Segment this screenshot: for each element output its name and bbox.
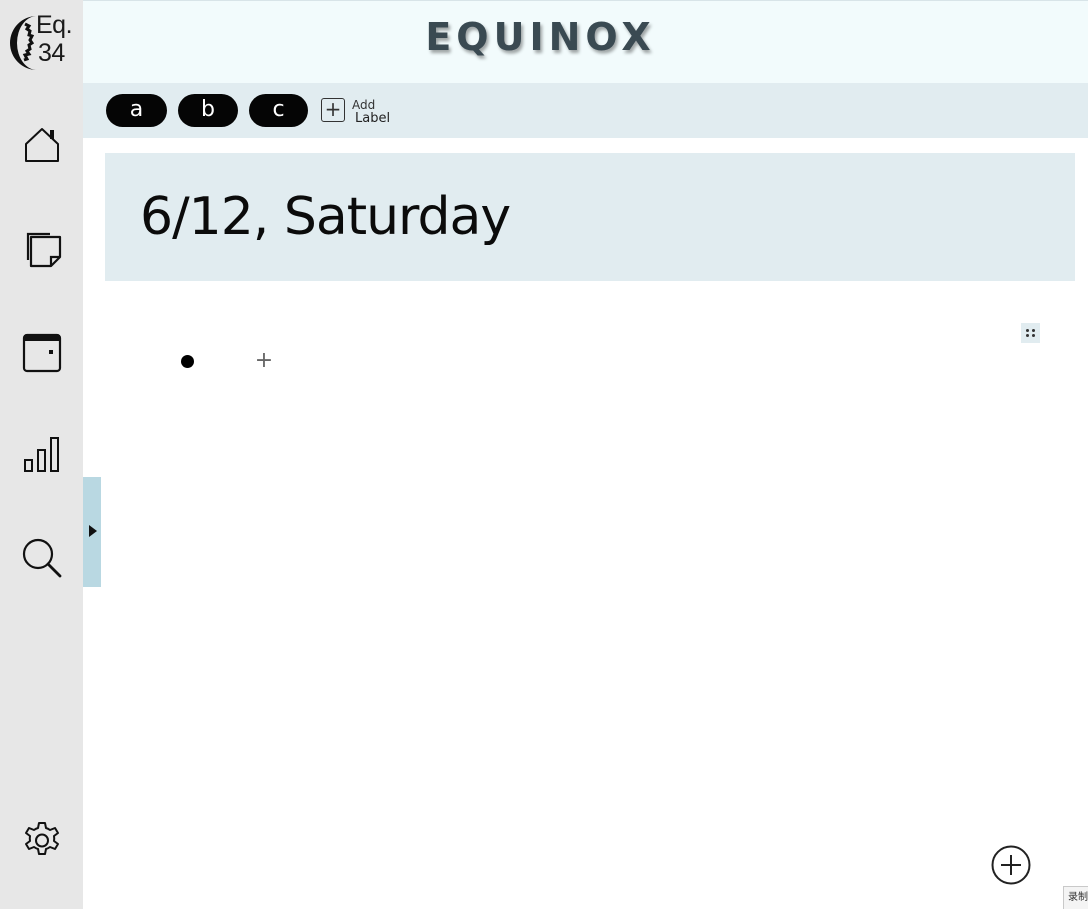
settings-gear-icon [25, 822, 59, 855]
floating-add-button[interactable] [991, 845, 1031, 885]
label-chip-b[interactable]: b [178, 94, 238, 127]
add-label-text-line2: Label [355, 111, 391, 126]
date-heading: 6/12, Saturday [140, 187, 511, 247]
add-label-button[interactable]: + Add Label [321, 97, 401, 127]
corner-overlay-badge[interactable]: 录制 [1063, 886, 1088, 909]
app-root: Eq. 34 EQUINOX a b c + Add Label 6/12, S… [0, 0, 1088, 909]
sidebar-item-home[interactable] [20, 123, 64, 167]
label-chip-a[interactable]: a [106, 94, 167, 127]
drag-handle-icon[interactable] [1021, 323, 1040, 343]
add-label-text-line1: Add [352, 98, 376, 112]
label-chip-c[interactable]: c [249, 94, 308, 127]
sidebar-item-notes[interactable] [20, 226, 64, 270]
calendar-icon [22, 333, 62, 373]
plus-box-icon: + [321, 98, 345, 122]
caret-right-icon [89, 525, 97, 537]
bar-chart-icon [24, 437, 59, 472]
app-header: EQUINOX [83, 0, 1088, 83]
search-icon [22, 538, 62, 578]
settings-button[interactable] [20, 819, 64, 863]
date-header-panel: 6/12, Saturday [105, 153, 1075, 281]
sticky-note-icon [26, 232, 62, 268]
plus-circle-icon [991, 845, 1031, 885]
sidebar-collapse-handle[interactable] [83, 477, 101, 587]
sidebar-item-calendar[interactable] [20, 330, 64, 374]
home-icon [25, 128, 59, 162]
sidebar: Eq. 34 [0, 0, 83, 909]
sidebar-item-search[interactable] [20, 536, 64, 580]
list-bullet-icon [181, 355, 194, 368]
app-title: EQUINOX [425, 15, 656, 59]
label-bar: a b c + Add Label [83, 83, 1088, 138]
sidebar-item-stats[interactable] [20, 433, 64, 477]
add-list-item-button[interactable]: + [254, 349, 274, 373]
